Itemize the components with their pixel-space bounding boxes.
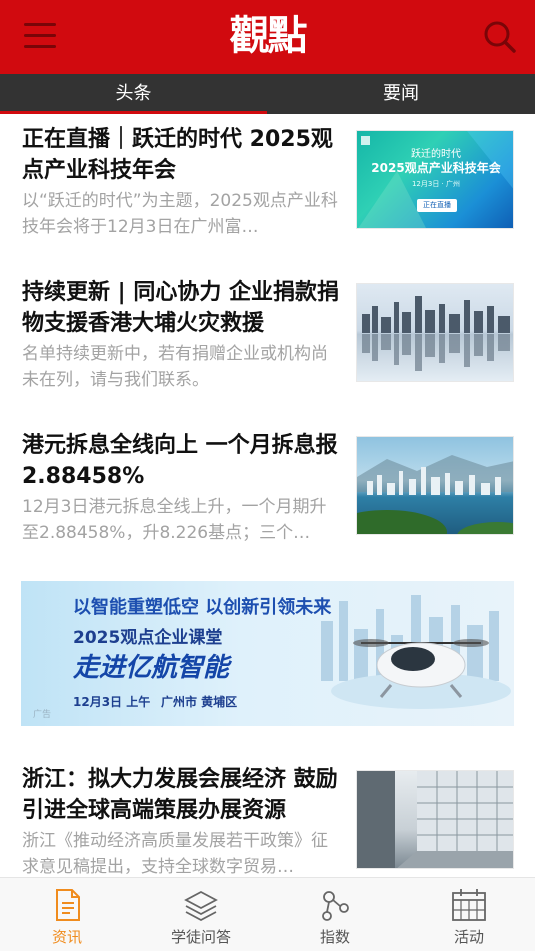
news-summary: 名单持续更新中，若有捐赠企业或机构尚未在列，请与我们联系。: [22, 344, 328, 390]
ad-tag: 广告: [33, 710, 52, 720]
nav-label: 学徒问答: [170, 928, 231, 946]
news-title: 正在直播｜跃迁的时代 2025观点产业科技年会: [22, 127, 333, 183]
nav-index[interactable]: 指数: [268, 878, 402, 951]
tab-news[interactable]: 要闻: [267, 74, 535, 114]
app-header: 觀點: [0, 0, 535, 74]
layers-icon: [182, 886, 220, 924]
news-item[interactable]: 持续更新 | 同心协力 企业捐款捐物支援香港大埔火灾救援 名单持续更新中，若有捐…: [0, 267, 535, 417]
ad-location: 广州市 黄埔区: [161, 695, 238, 709]
news-item[interactable]: 正在直播｜跃迁的时代 2025观点产业科技年会 以“跃迁的时代”为主题，2025…: [0, 114, 535, 264]
share-nodes-icon: [316, 886, 354, 924]
thumbnail-main-text: 2025观点产业科技年会: [371, 161, 501, 175]
search-icon[interactable]: [482, 19, 518, 55]
channel-tabs: 头条 要闻: [0, 74, 535, 114]
news-thumbnail: [356, 436, 514, 535]
nav-label: 活动: [453, 928, 484, 946]
calendar-icon: [450, 886, 488, 924]
news-title: 持续更新 | 同心协力 企业捐款捐物支援香港大埔火灾救援: [22, 280, 340, 336]
news-feed[interactable]: 正在直播｜跃迁的时代 2025观点产业科技年会 以“跃迁的时代”为主题，2025…: [0, 114, 535, 877]
thumbnail-live-badge: 正在直播: [417, 199, 457, 212]
bottom-nav: 资讯 学徒问答 指数 活动: [0, 877, 535, 951]
news-summary: 浙江《推动经济高质量发展若干政策》征求意见稿提出，支持全球数字贸易…: [22, 831, 328, 877]
app-logo: 觀點: [229, 12, 308, 59]
nav-qa[interactable]: 学徒问答: [134, 878, 268, 951]
news-title: 港元拆息全线向上 一个月拆息报2.88458%: [22, 433, 338, 489]
ad-slogan: 以智能重塑低空 以创新引领未来: [73, 597, 332, 618]
nav-label: 资讯: [51, 928, 82, 946]
tab-headline[interactable]: 头条: [0, 74, 267, 114]
nav-label: 指数: [319, 928, 350, 946]
ad-subtitle: 2025观点企业课堂: [73, 628, 223, 648]
ad-banner[interactable]: 以智能重塑低空 以创新引领未来 2025观点企业课堂 走进亿航智能 12月3日 …: [21, 581, 514, 726]
news-summary: 12月3日港元拆息全线上升，一个月期升至2.88458%，升8.226基点；三个…: [22, 497, 327, 543]
ad-headline: 走进亿航智能: [73, 653, 230, 683]
thumbnail-top-text: 跃迁的时代: [411, 149, 461, 160]
document-icon: [48, 886, 86, 924]
news-thumbnail: 跃迁的时代 2025观点产业科技年会 12月3日 · 广州 正在直播: [356, 130, 514, 229]
news-thumbnail: [356, 770, 514, 869]
news-item[interactable]: 港元拆息全线向上 一个月拆息报2.88458% 12月3日港元拆息全线上升，一个…: [0, 420, 535, 570]
nav-news[interactable]: 资讯: [0, 878, 134, 951]
news-title: 浙江：拟大力发展会展经济 鼓励引进全球高端策展办展资源: [22, 767, 338, 823]
ad-date: 12月3日 上午: [73, 695, 151, 709]
thumbnail-sub-text: 12月3日 · 广州: [411, 180, 461, 188]
news-thumbnail: [356, 283, 514, 382]
news-summary: 以“跃迁的时代”为主题，2025观点产业科技年会将于12月3日在广州富…: [22, 191, 338, 237]
news-item[interactable]: 浙江：拟大力发展会展经济 鼓励引进全球高端策展办展资源 浙江《推动经济高质量发展…: [0, 754, 535, 877]
menu-icon[interactable]: [24, 23, 56, 51]
nav-events[interactable]: 活动: [402, 878, 535, 951]
